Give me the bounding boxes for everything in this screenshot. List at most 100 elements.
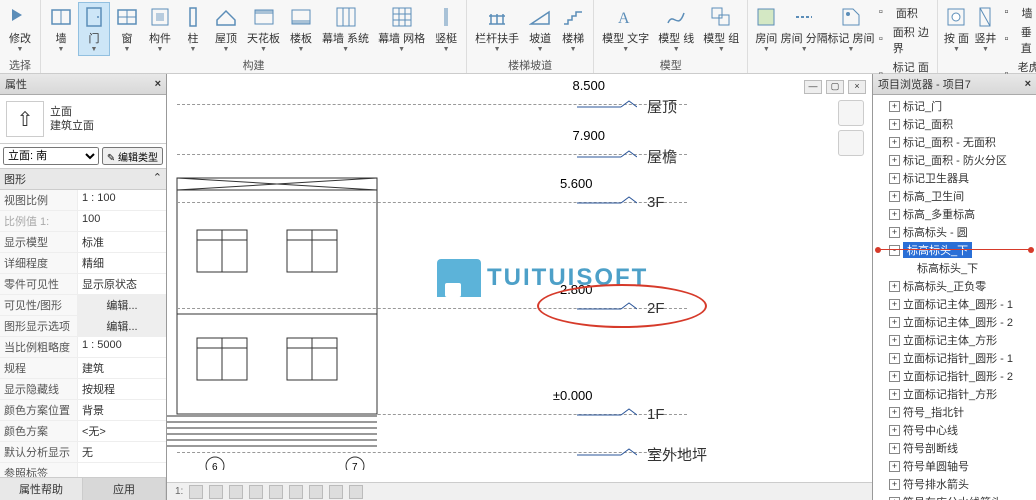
ribbon-small-item[interactable]: ▫墙 (1002, 4, 1036, 22)
edit-type-button[interactable]: ✎ 编辑类型 (102, 147, 163, 165)
tree-item[interactable]: +标记_门 (873, 97, 1036, 115)
ribbon-curtain-button[interactable]: 幕墙 系统▼ (318, 2, 373, 56)
ribbon-ramp-button[interactable]: 坡道▼ (524, 2, 556, 56)
expand-icon[interactable]: + (889, 425, 900, 436)
tree-item[interactable]: +标高标头 - 圆 (873, 223, 1036, 241)
expand-icon[interactable]: + (889, 173, 900, 184)
property-value[interactable]: 按规程 (78, 379, 166, 399)
ribbon-ceiling-button[interactable]: 天花板▼ (243, 2, 284, 56)
property-value[interactable]: 100 (78, 211, 166, 231)
status-icon[interactable] (209, 485, 223, 499)
status-icon[interactable] (229, 485, 243, 499)
property-value[interactable]: 精细 (78, 253, 166, 273)
tree-item[interactable]: +标高_多重标高 (873, 205, 1036, 223)
property-value[interactable]: <无> (78, 421, 166, 441)
ribbon-window-button[interactable]: 窗▼ (111, 2, 143, 56)
tree-item[interactable]: +标高标头_正负零 (873, 277, 1036, 295)
level-marker[interactable]: ±0.0001F (577, 406, 665, 423)
property-value[interactable] (78, 463, 166, 477)
tree-item[interactable]: +符号_指北针 (873, 403, 1036, 421)
ribbon-grid-button[interactable]: 幕墙 网格▼ (374, 2, 429, 56)
property-value[interactable]: 无 (78, 442, 166, 462)
tree-item[interactable]: +立面标记指针_圆形 - 2 (873, 367, 1036, 385)
status-icon[interactable] (269, 485, 283, 499)
property-value[interactable]: 建筑 (78, 358, 166, 378)
expand-icon[interactable]: + (889, 281, 900, 292)
expand-icon[interactable]: + (889, 443, 900, 454)
expand-icon[interactable]: + (889, 389, 900, 400)
tree-item[interactable]: +符号中心线 (873, 421, 1036, 439)
expand-icon[interactable]: - (889, 245, 900, 256)
expand-icon[interactable]: + (889, 497, 900, 500)
status-icon[interactable] (249, 485, 263, 499)
ribbon-small-item[interactable]: ▫面积 边界 (877, 23, 932, 57)
property-value[interactable]: 1 : 100 (78, 190, 166, 210)
ribbon-room-button[interactable]: 房间▼ (752, 2, 780, 56)
expand-icon[interactable]: + (889, 191, 900, 202)
ribbon-shaft-button[interactable]: 竖井▼ (971, 2, 999, 56)
ribbon-arrow-button[interactable]: 修改▼ (4, 2, 36, 56)
property-group-header[interactable]: 图形⌃ (0, 169, 166, 190)
property-value[interactable]: 标准 (78, 232, 166, 252)
tree-item[interactable]: +立面标记主体_方形 (873, 331, 1036, 349)
expand-icon[interactable]: + (889, 137, 900, 148)
ribbon-tag-button[interactable]: 标记 房间▼ (828, 2, 874, 56)
expand-icon[interactable]: + (889, 227, 900, 238)
ribbon-small-item[interactable]: ▫面积 (877, 4, 932, 22)
property-value[interactable]: 显示原状态 (78, 274, 166, 294)
ribbon-comp-button[interactable]: 构件▼ (144, 2, 176, 56)
drawing-canvas[interactable]: — ▢ × 6 7 (167, 74, 872, 500)
tree-item[interactable]: +立面标记指针_方形 (873, 385, 1036, 403)
property-value[interactable]: 编辑... (78, 316, 166, 336)
expand-icon[interactable]: + (889, 461, 900, 472)
ribbon-stair-button[interactable]: 楼梯▼ (557, 2, 589, 56)
property-value[interactable]: 背景 (78, 400, 166, 420)
tree-item[interactable]: +符号剖断线 (873, 439, 1036, 457)
level-marker[interactable]: 8.500屋顶 (577, 96, 677, 117)
expand-icon[interactable]: + (889, 479, 900, 490)
close-icon[interactable]: × (155, 78, 161, 90)
expand-icon[interactable]: + (889, 353, 900, 364)
expand-icon[interactable]: + (889, 407, 900, 418)
ribbon-wall-button[interactable]: 墙▼ (45, 2, 77, 56)
ribbon-face-button[interactable]: 按 面▼ (942, 2, 970, 56)
tree-item[interactable]: -标高标头_下 (873, 241, 1036, 259)
tree-item[interactable]: 标高标头_下 (873, 259, 1036, 277)
ribbon-mgroup-button[interactable]: 模型 组▼ (699, 2, 743, 56)
tree-item[interactable]: +立面标记指针_圆形 - 1 (873, 349, 1036, 367)
apply-button[interactable]: 应用 (83, 478, 166, 500)
ribbon-small-item[interactable]: ▫垂直 (1002, 23, 1036, 57)
property-value[interactable]: 编辑... (78, 295, 166, 315)
level-marker[interactable]: 5.6003F (577, 194, 665, 211)
tree-item[interactable]: +标记_面积 (873, 115, 1036, 133)
close-icon[interactable]: × (1025, 78, 1031, 90)
tree-item[interactable]: +标记卫生器具 (873, 169, 1036, 187)
ribbon-rail-button[interactable]: 栏杆扶手▼ (471, 2, 523, 56)
ribbon-floor-button[interactable]: 楼板▼ (285, 2, 317, 56)
property-value[interactable]: 1 : 5000 (78, 337, 166, 357)
status-icon[interactable] (329, 485, 343, 499)
ribbon-sep-button[interactable]: 房间 分隔▼ (781, 2, 827, 56)
expand-icon[interactable]: + (889, 335, 900, 346)
expand-icon[interactable]: + (889, 119, 900, 130)
expand-icon[interactable]: + (889, 209, 900, 220)
ribbon-column-button[interactable]: 柱▼ (177, 2, 209, 56)
status-icon[interactable] (349, 485, 363, 499)
tree-item[interactable]: +符号单圆轴号 (873, 457, 1036, 475)
ribbon-door-button[interactable]: 门▼ (78, 2, 110, 56)
tree-item[interactable]: +标高_卫生间 (873, 187, 1036, 205)
expand-icon[interactable]: + (889, 317, 900, 328)
tree-item[interactable]: +符号排水箭头 (873, 475, 1036, 493)
tree-item[interactable]: +立面标记主体_圆形 - 2 (873, 313, 1036, 331)
expand-icon[interactable]: + (889, 299, 900, 310)
level-marker[interactable]: 7.900屋檐 (577, 146, 677, 167)
status-icon[interactable] (189, 485, 203, 499)
properties-help[interactable]: 属性帮助 (0, 478, 83, 500)
expand-icon[interactable]: + (889, 101, 900, 112)
ribbon-mline-button[interactable]: 模型 线▼ (654, 2, 698, 56)
tree-item[interactable]: +符号车库分水线箭头 (873, 493, 1036, 500)
tree-item[interactable]: +标记_面积 - 无面积 (873, 133, 1036, 151)
ribbon-roof-button[interactable]: 屋顶▼ (210, 2, 242, 56)
expand-icon[interactable]: + (889, 371, 900, 382)
level-marker[interactable]: 室外地坪 (577, 444, 707, 465)
